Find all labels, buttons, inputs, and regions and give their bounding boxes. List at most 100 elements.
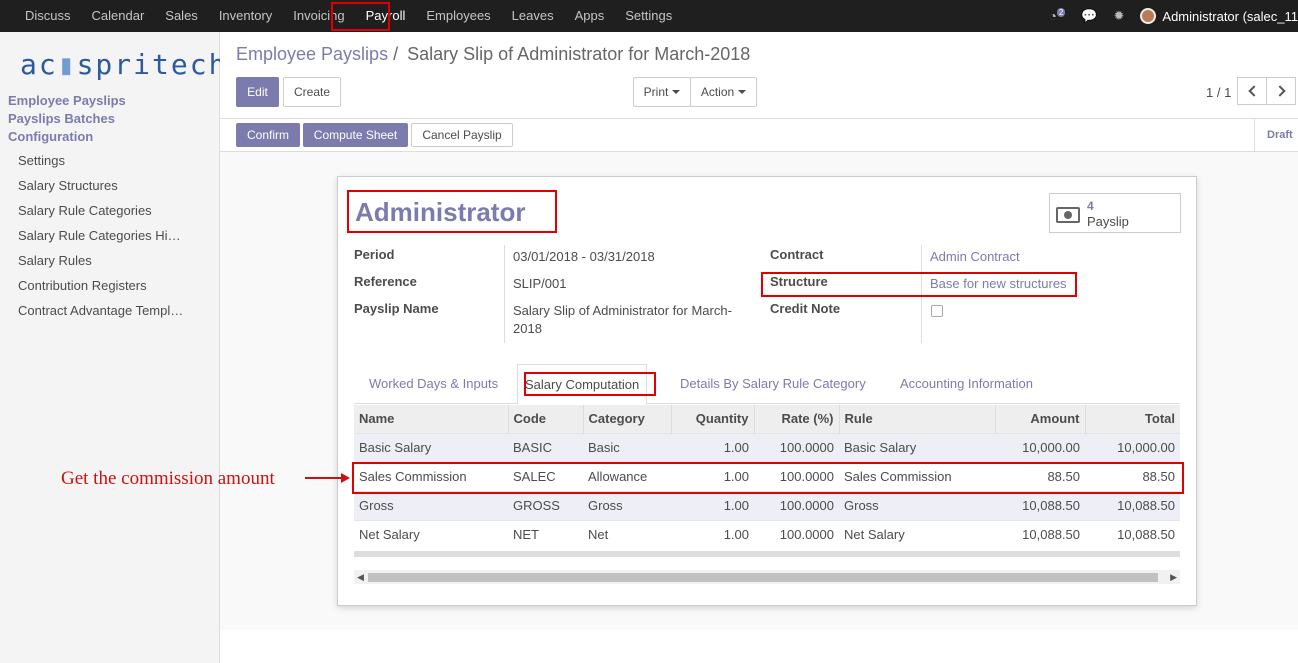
menu-apps[interactable]: Apps	[564, 0, 615, 32]
compute-sheet-button[interactable]: Compute Sheet	[303, 123, 408, 147]
col-code[interactable]: Code	[507, 405, 583, 433]
action-button[interactable]: Action	[690, 77, 757, 107]
col-quantity[interactable]: Quantity	[670, 405, 754, 433]
structure-highlight-box	[761, 272, 1077, 297]
form-sheet: Administrator 4 Payslip Period 03/01/201…	[337, 176, 1197, 606]
col-amount[interactable]: Amount	[994, 405, 1085, 433]
confirm-button[interactable]: Confirm	[236, 123, 300, 147]
col-category[interactable]: Category	[582, 405, 671, 433]
tab-accounting-information[interactable]: Accounting Information	[900, 364, 1033, 404]
systray: ◔ 2 💬 ✹ Administrator (salec_11	[1049, 0, 1298, 32]
sidebar-item-salary-structures[interactable]: Salary Structures	[18, 178, 118, 193]
breadcrumb-separator: /	[393, 44, 399, 64]
field-separator	[504, 245, 505, 343]
pager-value: 1 / 1	[1206, 85, 1232, 100]
notebook-tabs: Worked Days & Inputs Salary Computation …	[354, 364, 1180, 405]
bug-icon[interactable]: ✹	[1114, 8, 1125, 24]
reference-value[interactable]: SLIP/001	[513, 276, 567, 291]
cell-rule: Basic Salary	[839, 432, 995, 462]
commission-row-highlight-box	[352, 462, 1184, 494]
menu-calendar[interactable]: Calendar	[81, 0, 155, 32]
tab-details-by-salary-rule-category[interactable]: Details By Salary Rule Category	[680, 364, 866, 404]
cell-quantity: 1.00	[671, 432, 754, 462]
avatar[interactable]	[1140, 8, 1157, 24]
cell-quantity: 1.00	[671, 490, 754, 520]
chat-icon[interactable]: 💬	[1081, 8, 1097, 24]
payroll-highlight-box	[331, 2, 390, 31]
cancel-payslip-button[interactable]: Cancel Payslip	[411, 123, 513, 147]
annotation-text: Get the commission amount	[61, 468, 275, 489]
menu-settings[interactable]: Settings	[614, 0, 682, 32]
menu-discuss[interactable]: Discuss	[14, 0, 81, 32]
cell-name: Gross	[354, 490, 508, 520]
sidebar-item-contribution-registers[interactable]: Contribution Registers	[18, 278, 147, 293]
sidebar-item-payslips-batches[interactable]: Payslips Batches	[8, 111, 115, 126]
cell-rule: Net Salary	[839, 519, 995, 549]
credit-note-checkbox[interactable]	[931, 305, 943, 317]
cell-name: Basic Salary	[354, 432, 508, 462]
logo-text-right: spritech	[76, 48, 228, 81]
payslip-name-value-line2[interactable]: 2018	[513, 321, 542, 336]
cell-total: 10,088.50	[1085, 519, 1180, 549]
payslip-name-value-line1[interactable]: Salary Slip of Administrator for March-	[513, 303, 732, 318]
scroll-left-icon[interactable]: ◀	[357, 572, 364, 583]
statusbar: Confirm Compute Sheet Cancel Payslip Dra…	[220, 118, 1298, 152]
sidebar-item-salary-rule-categories[interactable]: Salary Rule Categories	[18, 203, 152, 218]
reference-label: Reference	[354, 274, 417, 289]
period-value[interactable]: 03/01/2018 - 03/31/2018	[513, 249, 655, 264]
activity-icon[interactable]: ◔ 2	[1049, 8, 1066, 24]
col-name[interactable]: Name	[354, 405, 508, 433]
menu-leaves[interactable]: Leaves	[501, 0, 564, 32]
chevron-right-icon	[1273, 85, 1286, 97]
pager-previous-button[interactable]	[1237, 77, 1267, 105]
company-logo: ac▮spritech	[20, 48, 228, 81]
print-label: Print	[643, 85, 669, 99]
menu-sales[interactable]: Sales	[154, 0, 208, 32]
credit-note-label: Credit Note	[770, 301, 841, 316]
table-row[interactable]: Gross GROSS Gross 1.00 100.0000 Gross 10…	[354, 490, 1180, 520]
cell-amount: 10,088.50	[995, 519, 1085, 549]
create-button[interactable]: Create	[283, 77, 341, 107]
caret-down-icon	[738, 90, 747, 94]
user-menu[interactable]: Administrator (salec_11	[1162, 9, 1298, 24]
annotation-arrow-line	[305, 477, 343, 479]
menu-inventory[interactable]: Inventory	[208, 0, 282, 32]
table-row[interactable]: Net Salary NET Net 1.00 100.0000 Net Sal…	[354, 519, 1180, 549]
pager-next-button[interactable]	[1266, 77, 1296, 105]
sidebar-item-employee-payslips[interactable]: Employee Payslips	[8, 93, 126, 108]
cell-amount: 10,000.00	[995, 432, 1085, 462]
sidebar-item-configuration[interactable]: Configuration	[8, 129, 93, 144]
breadcrumb-current: Salary Slip of Administrator for March-2…	[407, 44, 751, 64]
payslip-smart-button[interactable]: 4 Payslip	[1049, 193, 1181, 233]
menu-employees[interactable]: Employees	[415, 0, 500, 32]
sidebar-item-settings[interactable]: Settings	[18, 153, 65, 168]
cell-code: NET	[508, 519, 583, 549]
breadcrumb-parent[interactable]: Employee Payslips	[236, 44, 388, 64]
cell-rate: 100.0000	[754, 432, 839, 462]
tab-worked-days-inputs[interactable]: Worked Days & Inputs	[369, 364, 498, 404]
cell-quantity: 1.00	[671, 519, 754, 549]
payslip-name-label: Payslip Name	[354, 301, 439, 316]
scroll-right-icon[interactable]: ▶	[1170, 572, 1177, 583]
main-content: Employee Payslips / Salary Slip of Admin…	[220, 32, 1298, 663]
edit-button[interactable]: Edit	[236, 77, 279, 107]
cell-rule: Gross	[839, 490, 995, 520]
messages-count-badge: 2	[1056, 8, 1066, 18]
sidebar	[0, 32, 220, 663]
col-rate[interactable]: Rate (%)	[753, 405, 839, 433]
sidebar-item-salary-rules[interactable]: Salary Rules	[18, 253, 92, 268]
sidebar-item-contract-advantage-templates[interactable]: Contract Advantage Templ…	[18, 303, 183, 318]
sidebar-item-salary-rule-categories-hierarchy[interactable]: Salary Rule Categories Hi…	[18, 228, 181, 243]
table-row[interactable]: Basic Salary BASIC Basic 1.00 100.0000 B…	[354, 432, 1180, 462]
contract-label: Contract	[770, 247, 824, 262]
contract-value[interactable]: Admin Contract	[930, 249, 1020, 264]
table-footer	[354, 551, 1180, 557]
top-navbar: Discuss Calendar Sales Inventory Invoici…	[0, 0, 1298, 32]
print-button[interactable]: Print	[633, 77, 691, 107]
payslip-label: Payslip	[1087, 214, 1129, 229]
status-draft[interactable]: Draft	[1254, 119, 1298, 151]
col-total[interactable]: Total	[1084, 405, 1180, 433]
scrollbar-thumb[interactable]	[368, 573, 1158, 582]
col-rule[interactable]: Rule	[838, 405, 995, 433]
horizontal-scrollbar[interactable]: ◀ ▶	[354, 570, 1180, 584]
